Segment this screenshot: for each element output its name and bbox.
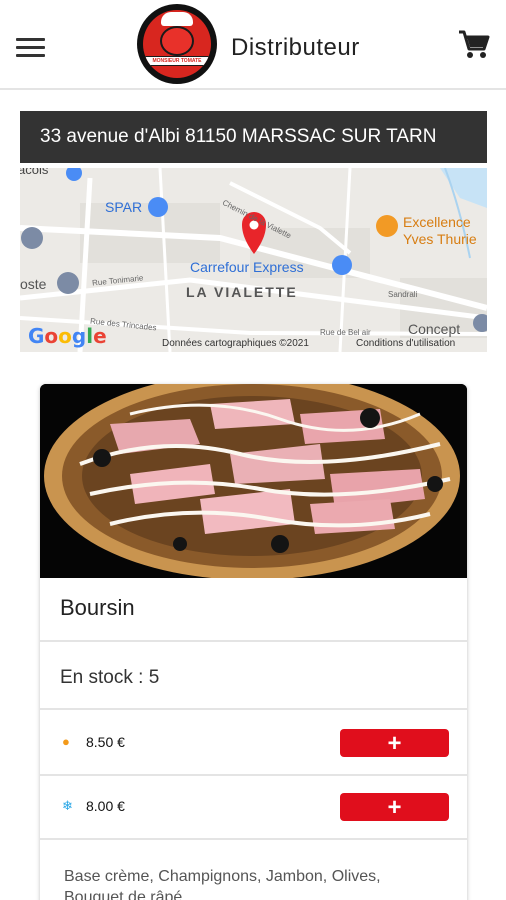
- map-label-acois: acois: [20, 168, 49, 177]
- map-label-poste: oste: [20, 276, 47, 292]
- stock-count: En stock : 5: [40, 648, 467, 710]
- map-label-excellence[interactable]: Excellence: [403, 214, 471, 230]
- brand-logo[interactable]: MONSIEUR TOMATE: [137, 4, 217, 84]
- google-logo: Google: [28, 324, 107, 348]
- map-label-sandrali: Sandrali: [388, 290, 418, 299]
- hamburger-menu-icon[interactable]: [16, 38, 45, 58]
- map-label-yves-thurie[interactable]: Yves Thurie: [403, 231, 477, 247]
- flame-icon: ●: [62, 734, 70, 749]
- map-label-concept: Concept: [408, 321, 461, 337]
- shopping-cart-icon[interactable]: [458, 30, 490, 60]
- snowflake-icon: ❄: [62, 798, 73, 813]
- product-name: Boursin: [40, 578, 467, 642]
- app-header: MONSIEUR TOMATE Distributeur: [0, 0, 506, 90]
- map-label-spar[interactable]: SPAR: [105, 199, 142, 215]
- map-attribution: Données cartographiques ©2021: [162, 338, 309, 349]
- price-row-cold: ❄ 8.00 € +: [40, 776, 467, 840]
- price-row-hot: ● 8.50 € +: [40, 712, 467, 776]
- address-bar: 33 avenue d'Albi 81150 MARSSAC SUR TARN: [20, 111, 487, 163]
- page-title: Distributeur: [231, 34, 360, 61]
- product-description: Base crème, Champignons, Jambon, Olives,…: [64, 868, 381, 900]
- add-cold-button[interactable]: +: [340, 793, 449, 821]
- price-value-hot: 8.50 €: [86, 734, 125, 750]
- price-value-cold: 8.00 €: [86, 798, 125, 814]
- pizza-image: [40, 384, 467, 578]
- add-hot-button[interactable]: +: [340, 729, 449, 757]
- location-map[interactable]: acois SPAR Chemin de la Vialette Excelle…: [20, 168, 487, 352]
- map-terms-link[interactable]: Conditions d'utilisation: [356, 338, 455, 349]
- map-label-carrefour[interactable]: Carrefour Express: [190, 259, 304, 275]
- product-card: Boursin En stock : 5 ● 8.50 € + ❄ 8.00 €…: [40, 384, 467, 900]
- map-label-bel-air: Rue de Bel air: [320, 328, 371, 337]
- map-label-la-vialette: LA VIALETTE: [186, 284, 298, 300]
